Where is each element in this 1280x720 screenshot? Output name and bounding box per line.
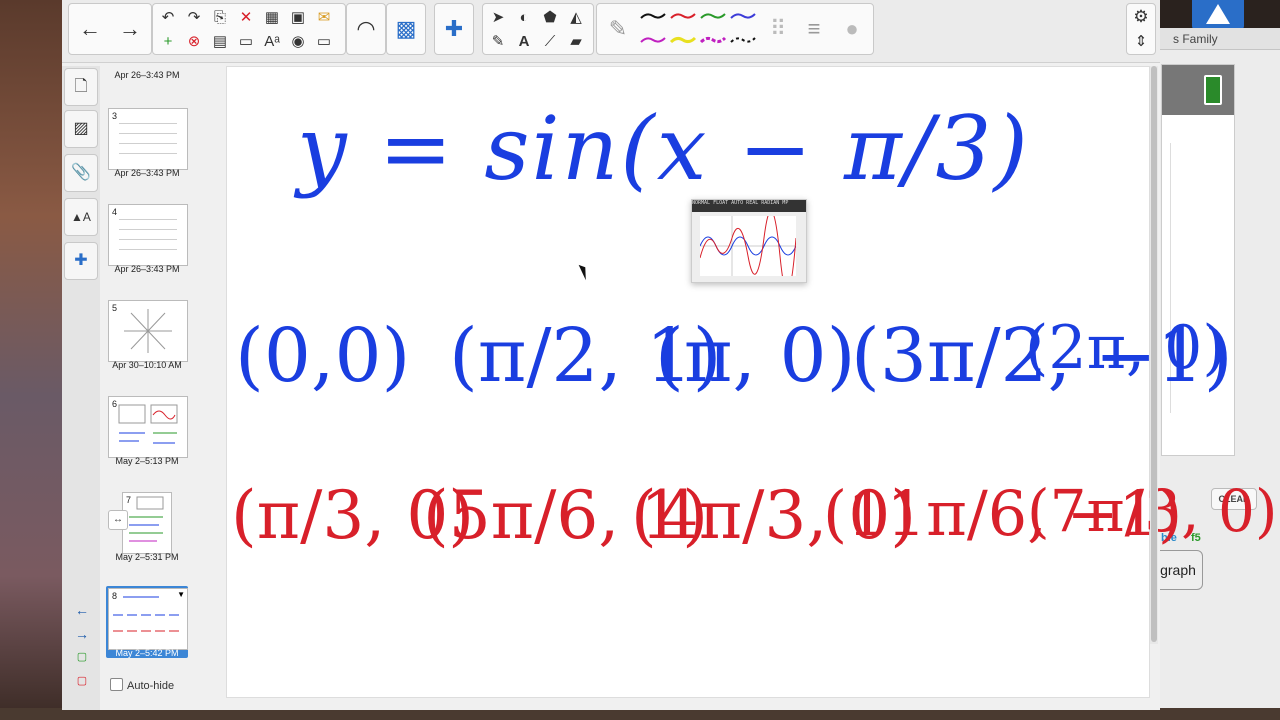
puzzle-icon[interactable]: ✚ — [437, 6, 471, 52]
pen-swatch-black — [640, 13, 666, 19]
notebook-window: ← → ↶ ↷ ⎘ ✕ ▦ ▣ ✉ + ⊗ ▤ ▭ Aᵃ ◉ ▭ ◠ ▩ ✚ ➤… — [62, 0, 1278, 710]
blue-point: (0,0) — [235, 313, 411, 399]
pen-swatch-magenta-dashed — [699, 36, 727, 44]
page-date: Apr 30–10:10 AM — [112, 360, 182, 370]
graph-button[interactable]: graph — [1153, 550, 1203, 590]
properties-tab[interactable]: ▲A — [64, 198, 98, 236]
background-window-title: s Family — [1159, 28, 1280, 50]
line-icon[interactable]: ⟋ — [539, 31, 561, 53]
pen-swatch-magenta — [640, 37, 666, 43]
delete-page-icon[interactable]: ⊗ — [183, 31, 205, 53]
page-date: May 2–5:13 PM — [115, 456, 179, 466]
pencil-icon[interactable]: ✎ — [601, 6, 635, 52]
blue-point: (π, 0) — [655, 313, 856, 399]
calculator-screen — [699, 210, 797, 293]
fill-effect-icon[interactable]: ● — [835, 6, 869, 52]
page-thumbnail[interactable]: 5 — [108, 300, 188, 362]
undo-icon[interactable]: ↶ — [157, 7, 179, 29]
equation: y = sin(x − π/3) — [297, 97, 1030, 200]
add-ons-tab[interactable]: ✚ — [64, 242, 98, 280]
grid-icon[interactable]: ⠿ — [761, 6, 795, 52]
page-thumbnail[interactable]: 8 ▼ — [108, 588, 188, 650]
text-recognition-icon[interactable]: Aᵃ — [261, 31, 283, 53]
add-page-icon[interactable]: + — [157, 31, 179, 53]
page-number: 3 — [112, 111, 118, 121]
selected-page[interactable]: 8 ▼ May 2–5:42 PM — [106, 586, 188, 658]
side-tabs: 🗋 ▨ 📎 ▲A ✚ ← → ▢ ▢ — [62, 66, 101, 710]
table-icon[interactable]: ▦ — [261, 7, 283, 29]
panel-header — [1162, 65, 1234, 115]
whiteboard-canvas[interactable]: y = sin(x − π/3) NORMAL FLOAT AUTO REAL … — [226, 66, 1278, 698]
toolbar: ← → ↶ ↷ ⎘ ✕ ▦ ▣ ✉ + ⊗ ▤ ▭ Aᵃ ◉ ▭ ◠ ▩ ✚ ➤… — [62, 0, 1160, 63]
pen-swatch-red — [670, 13, 696, 19]
screen-shade-icon[interactable]: ▣ — [287, 7, 309, 29]
page-actions-group: ↶ ↷ ⎘ ✕ ▦ ▣ ✉ + ⊗ ▤ ▭ Aᵃ ◉ ▭ — [152, 3, 346, 55]
pen-swatch-black-dashed — [730, 37, 756, 43]
previous-page-icon[interactable]: ← — [72, 602, 92, 618]
arrow-right-icon[interactable]: → — [113, 6, 147, 52]
addon-group: ✚ — [434, 3, 474, 55]
pen-swatch-blue — [730, 13, 756, 19]
measure-group: ◠ — [346, 3, 386, 55]
page-menu-icon[interactable]: ▼ — [177, 590, 185, 599]
collapse-sorter-icon[interactable]: ↔ — [108, 510, 128, 530]
pen-tools-icon[interactable]: ✎ — [487, 31, 509, 53]
pen-colors-group: ✎ ⠿ ≡ ● — [596, 3, 874, 55]
shapes-icon[interactable]: ◐ — [513, 7, 535, 29]
auto-hide-label: Auto-hide — [127, 680, 175, 692]
calculator-status-bar: NORMAL FLOAT AUTO REAL RADIAN MP — [692, 200, 806, 212]
eraser-icon[interactable]: ▰ — [565, 31, 587, 53]
polygon-icon[interactable]: ⬟ — [539, 7, 561, 29]
page-thumbnail[interactable]: 7 — [122, 492, 172, 554]
page-sorter: Apr 26–3:43 PM 3 Apr 26–3:43 PM 4 Apr 26… — [100, 66, 243, 710]
page-thumbnail[interactable]: 3 — [108, 108, 188, 170]
gear-icon[interactable]: ⚙ — [1130, 6, 1152, 28]
drive-app-icon[interactable] — [1192, 0, 1244, 30]
next-page-icon[interactable]: → — [72, 626, 92, 642]
text-icon[interactable]: A — [513, 31, 535, 53]
page-date: Apr 26–3:43 PM — [114, 168, 180, 178]
camera-icon[interactable]: ◉ — [287, 31, 309, 53]
display-icon[interactable]: ▭ — [235, 31, 257, 53]
check-icon[interactable]: ✉ — [313, 7, 335, 29]
fill-icon[interactable]: ◭ — [565, 7, 587, 29]
delete-page-small-icon[interactable]: ▢ — [72, 674, 92, 687]
gallery-tab[interactable]: ▨ — [64, 110, 98, 148]
settings-group: ⚙ ⇕ — [1126, 3, 1156, 55]
page-thumbnail[interactable]: 4 — [108, 204, 188, 266]
paste-icon[interactable]: ⎘ — [209, 7, 231, 29]
page-date: May 2–5:42 PM — [115, 648, 179, 658]
navigation-group: ← → — [68, 3, 152, 55]
expand-toolbar-icon[interactable]: ⇕ — [1130, 31, 1152, 53]
blue-point: (2π, 0) — [1025, 313, 1226, 383]
page-date: Apr 26–3:43 PM — [114, 264, 180, 274]
page-date: Apr 26–3:43 PM — [114, 70, 180, 80]
calculator-graph-image[interactable]: NORMAL FLOAT AUTO REAL RADIAN MP — [691, 199, 807, 293]
pen-swatches[interactable] — [637, 6, 757, 52]
line-style-icon[interactable]: ≡ — [797, 6, 831, 52]
page-thumbnail[interactable]: 6 — [108, 396, 188, 458]
auto-hide-checkbox[interactable]: Auto-hide — [110, 678, 174, 692]
add-page-small-icon[interactable]: ▢ — [72, 650, 92, 663]
arrow-left-icon[interactable]: ← — [73, 6, 107, 52]
save-icon[interactable]: ▤ — [209, 31, 231, 53]
page-date: May 2–5:31 PM — [115, 552, 179, 562]
pen-swatch-green — [700, 13, 726, 19]
attachments-tab[interactable]: 📎 — [64, 154, 98, 192]
video-icon[interactable]: ▭ — [313, 31, 335, 53]
widget-icon[interactable]: ▩ — [389, 6, 423, 52]
mouse-pointer-icon — [578, 262, 591, 281]
page-number: 4 — [112, 207, 118, 217]
pen-swatch-yellow — [669, 36, 697, 44]
page-sorter-tab[interactable]: 🗋 — [64, 68, 98, 106]
delete-icon[interactable]: ✕ — [235, 7, 257, 29]
battery-icon — [1204, 75, 1222, 105]
widgets-group: ▩ — [386, 3, 426, 55]
drawing-tools-group: ➤ ◐ ⬟ ◭ ✎ A ⟋ ▰ — [482, 3, 594, 55]
redo-icon[interactable]: ↷ — [183, 7, 205, 29]
protractor-icon[interactable]: ◠ — [349, 6, 383, 52]
select-arrow-icon[interactable]: ➤ — [487, 7, 509, 29]
canvas-scrollbar[interactable] — [1150, 66, 1158, 644]
desk-background — [0, 0, 62, 720]
